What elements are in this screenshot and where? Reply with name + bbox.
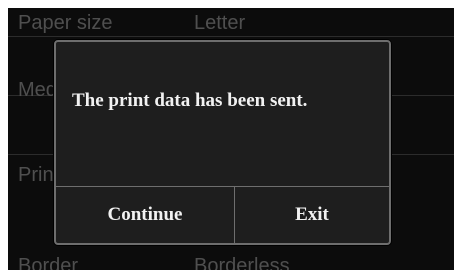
print-settings-screen: Paper size Letter Media type Print quali… <box>8 8 454 270</box>
continue-button[interactable]: Continue <box>56 187 235 243</box>
print-sent-dialog: The print data has been sent. Continue E… <box>54 40 391 245</box>
dialog-message: The print data has been sent. <box>72 90 308 111</box>
exit-button[interactable]: Exit <box>235 187 389 243</box>
